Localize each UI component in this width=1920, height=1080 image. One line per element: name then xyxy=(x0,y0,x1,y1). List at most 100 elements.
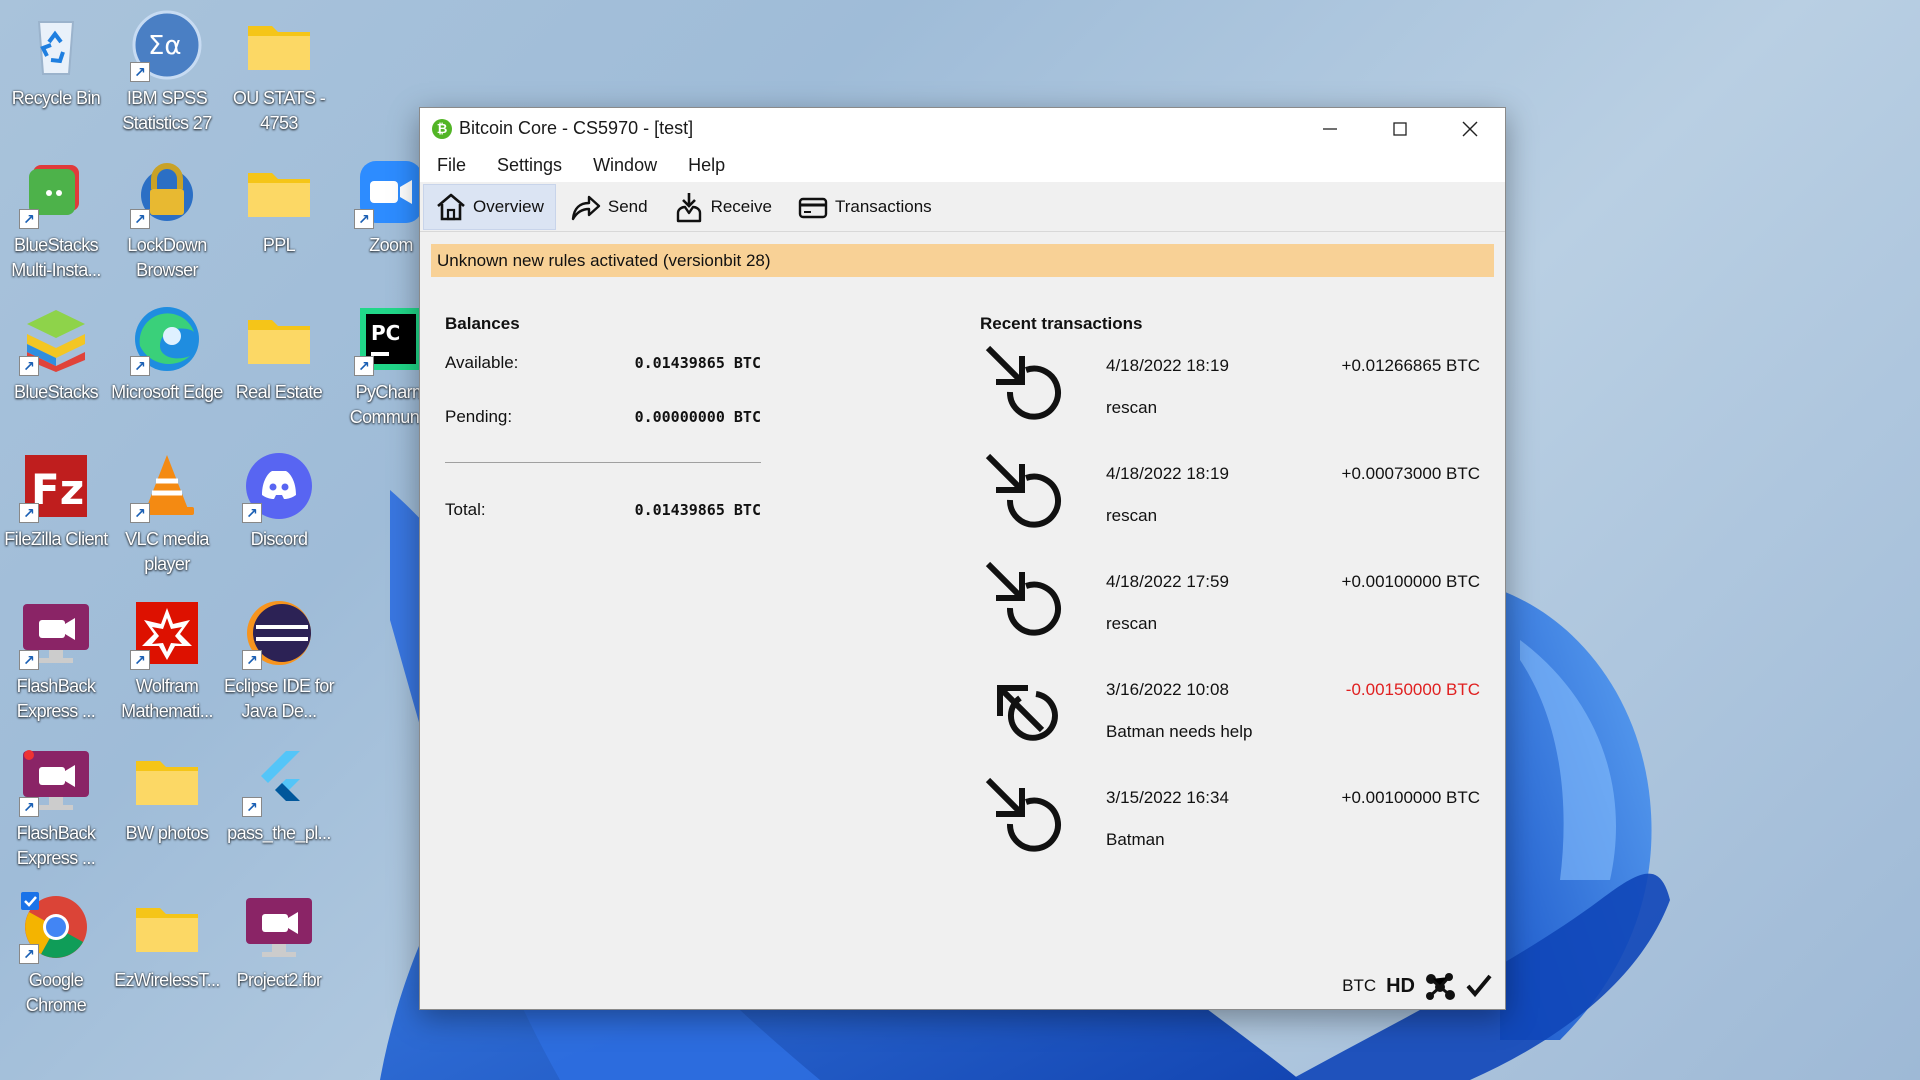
desktop-icon-wolfram[interactable]: ↗ Wolfram Mathemati... xyxy=(113,588,221,728)
pycharm-icon: PC ↗ xyxy=(354,302,428,376)
incoming-tx-icon xyxy=(985,777,1061,852)
transaction-row[interactable]: 4/18/2022 17:59 +0.00100000 BTC rescan xyxy=(980,550,1480,658)
shortcut-arrow-icon: ↗ xyxy=(130,62,150,82)
menu-help[interactable]: Help xyxy=(677,155,736,176)
transaction-list: 4/18/2022 18:19 +0.01266865 BTC rescan 4… xyxy=(980,334,1480,874)
desktop-icon-ppl[interactable]: PPL xyxy=(225,147,333,287)
desktop-icon-label: FlashBack Express ... xyxy=(16,823,96,868)
shortcut-arrow-icon: ↗ xyxy=(242,503,262,523)
desktop-icon-chrome[interactable]: ↗ Google Chrome xyxy=(2,882,110,1022)
transaction-row[interactable]: 4/18/2022 18:19 +0.01266865 BTC rescan xyxy=(980,334,1480,442)
transaction-date: 4/18/2022 17:59 xyxy=(1106,572,1229,591)
menu-file[interactable]: File xyxy=(426,155,477,176)
desktop-icon-real-estate[interactable]: Real Estate xyxy=(225,294,333,434)
tab-receive[interactable]: Receive xyxy=(662,184,783,230)
folder-icon xyxy=(242,155,316,229)
desktop-icon-label: BlueStacks Multi-Insta... xyxy=(11,235,101,280)
flashback-icon: ↗ xyxy=(19,596,93,670)
desktop-icon-pass-the-pl[interactable]: ↗ pass_the_pl... xyxy=(225,735,333,875)
desktop-icon-spss[interactable]: Σα ↗ IBM SPSS Statistics 27 xyxy=(113,0,221,140)
desktop-icon-filezilla[interactable]: Fz ↗ FileZilla Client xyxy=(2,441,110,581)
flutter-icon: ↗ xyxy=(242,743,316,817)
hd-wallet-indicator: HD xyxy=(1386,974,1415,997)
window-controls xyxy=(1295,108,1505,149)
desktop-icon-vlc[interactable]: ↗ VLC media player xyxy=(113,441,221,581)
desktop-icon-eclipse[interactable]: ↗ Eclipse IDE for Java De... xyxy=(224,588,335,728)
desktop-icon-flashback-1[interactable]: ↗ FlashBack Express ... xyxy=(2,588,110,728)
close-icon xyxy=(1462,121,1478,136)
total-label: Total: xyxy=(445,500,486,519)
desktop-icon-flashback-2[interactable]: ↗ FlashBack Express ... xyxy=(2,735,110,875)
desktop-icon-bluestacks[interactable]: ↗ BlueStacks xyxy=(2,294,110,434)
bluestacks-multi-icon: ↗ xyxy=(19,155,93,229)
incoming-tx-icon xyxy=(985,561,1061,636)
shortcut-arrow-icon: ↗ xyxy=(19,650,39,670)
desktop-icon-lockdown[interactable]: ↗ LockDown Browser xyxy=(113,147,221,287)
desktop-icon-label: VLC media player xyxy=(125,529,209,574)
toolbar: Overview Send Receive Transactions xyxy=(420,182,1505,232)
desktop-icon-discord[interactable]: ↗ Discord xyxy=(225,441,333,581)
minimize-button[interactable] xyxy=(1295,108,1365,149)
zoom-icon: ↗ xyxy=(354,155,428,229)
folder-icon xyxy=(130,890,204,964)
desktop-icon-label: Microsoft Edge xyxy=(111,382,223,402)
desktop-icon-label: OU STATS - 4753 xyxy=(232,88,326,133)
total-value: 0.01439865 BTC xyxy=(634,501,761,519)
network-connections-icon[interactable] xyxy=(1423,971,1457,1001)
recent-transactions-panel: Recent transactions 4/18/2022 18:19 +0.0… xyxy=(980,314,1480,874)
folder-icon xyxy=(130,743,204,817)
unit-label[interactable]: BTC xyxy=(1342,976,1376,996)
alert-banner: Unknown new rules activated (versionbit … xyxy=(431,244,1494,277)
receive-icon xyxy=(676,192,701,222)
edge-icon: ↗ xyxy=(130,302,204,376)
transaction-row[interactable]: 3/16/2022 10:08 -0.00150000 BTC Batman n… xyxy=(980,658,1480,766)
desktop-icon-project2[interactable]: Project2.fbr xyxy=(225,882,333,1022)
window-title: Bitcoin Core - CS5970 - [test] xyxy=(459,118,694,138)
desktop-icon-label: FileZilla Client xyxy=(4,529,108,549)
tab-transactions[interactable]: Transactions xyxy=(786,184,943,230)
shortcut-arrow-icon: ↗ xyxy=(242,797,262,817)
transaction-amount: +0.00073000 BTC xyxy=(1341,464,1480,483)
shortcut-arrow-icon: ↗ xyxy=(354,356,374,376)
send-arrow-icon xyxy=(571,195,601,220)
desktop-icon-label: PPL xyxy=(262,235,296,255)
shortcut-arrow-icon: ↗ xyxy=(19,797,39,817)
shortcut-arrow-icon: ↗ xyxy=(19,356,39,376)
transaction-date: 4/18/2022 18:19 xyxy=(1106,464,1229,483)
wolfram-icon: ↗ xyxy=(130,596,204,670)
spss-icon: Σα ↗ xyxy=(130,8,204,82)
folder-icon xyxy=(242,302,316,376)
transaction-row[interactable]: 4/18/2022 18:19 +0.00073000 BTC rescan xyxy=(980,442,1480,550)
desktop-icon-edge[interactable]: ↗ Microsoft Edge xyxy=(111,294,223,434)
desktop-icon-bw-photos[interactable]: BW photos xyxy=(113,735,221,875)
desktop-icon-label: Project2.fbr xyxy=(236,970,322,990)
desktop-icon-ou-stats[interactable]: OU STATS - 4753 xyxy=(225,0,333,140)
synced-check-icon[interactable] xyxy=(1465,972,1493,1000)
flashback-icon xyxy=(242,890,316,964)
desktop-icon-label: BlueStacks xyxy=(13,382,99,402)
tab-send[interactable]: Send xyxy=(559,184,659,230)
bitcoin-core-window: ₿ Bitcoin Core - CS5970 - [test] File Se… xyxy=(419,107,1506,1010)
shortcut-arrow-icon: ↗ xyxy=(130,356,150,376)
transaction-date: 3/15/2022 16:34 xyxy=(1106,788,1229,807)
desktop-icon-bluestacks-multi[interactable]: ↗ BlueStacks Multi-Insta... xyxy=(2,147,110,287)
menu-settings[interactable]: Settings xyxy=(486,155,573,176)
menu-bar: File Settings Window Help xyxy=(420,149,1505,182)
pending-value: 0.00000000 BTC xyxy=(634,408,761,426)
desktop-icon-label: Real Estate xyxy=(235,382,323,402)
incoming-tx-icon xyxy=(985,453,1061,528)
transaction-date: 4/18/2022 18:19 xyxy=(1106,356,1229,375)
filezilla-icon: Fz ↗ xyxy=(19,449,93,523)
desktop-icon-label: Wolfram Mathemati... xyxy=(121,676,213,721)
transaction-row[interactable]: 3/15/2022 16:34 +0.00100000 BTC Batman xyxy=(980,766,1480,874)
tab-overview[interactable]: Overview xyxy=(423,183,556,230)
outgoing-tx-icon xyxy=(997,685,1058,741)
maximize-button[interactable] xyxy=(1365,108,1435,149)
menu-window[interactable]: Window xyxy=(582,155,668,176)
title-bar[interactable]: ₿ Bitcoin Core - CS5970 - [test] xyxy=(420,108,1505,149)
desktop-icon-label: IBM SPSS Statistics 27 xyxy=(122,88,212,133)
close-button[interactable] xyxy=(1435,108,1505,149)
available-label: Available: xyxy=(445,353,519,372)
desktop-icon-ezwireless[interactable]: EzWirelessT... xyxy=(113,882,221,1022)
desktop-icon-recycle-bin[interactable]: Recycle Bin xyxy=(2,0,110,140)
